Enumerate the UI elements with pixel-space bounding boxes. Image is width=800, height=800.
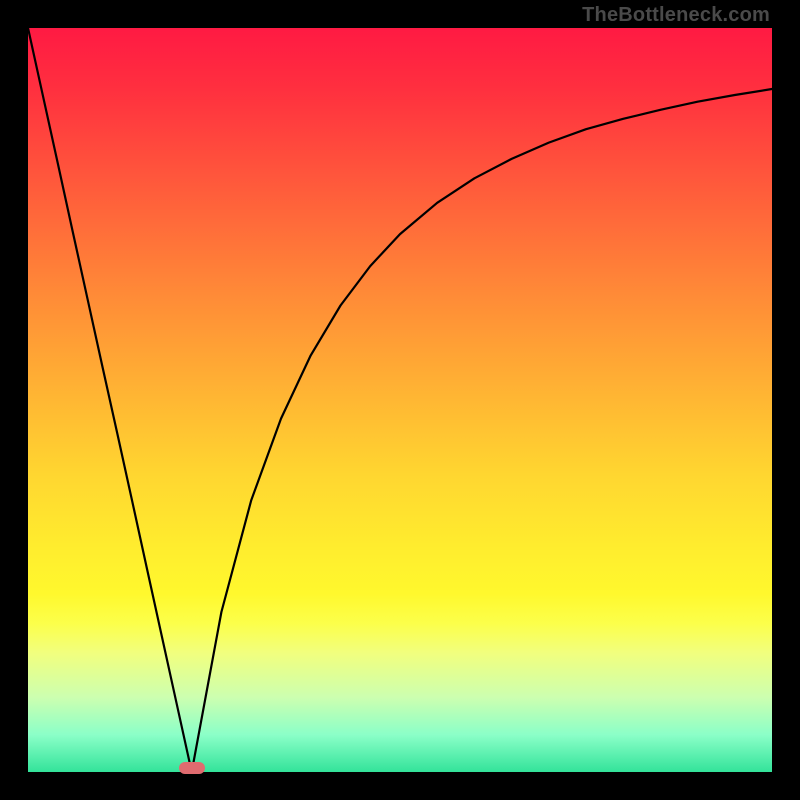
chart-curve-svg bbox=[28, 28, 772, 772]
optimum-marker bbox=[179, 762, 205, 774]
chart-frame bbox=[28, 28, 772, 772]
watermark-text: TheBottleneck.com bbox=[582, 4, 770, 27]
bottleneck-curve bbox=[28, 28, 772, 772]
